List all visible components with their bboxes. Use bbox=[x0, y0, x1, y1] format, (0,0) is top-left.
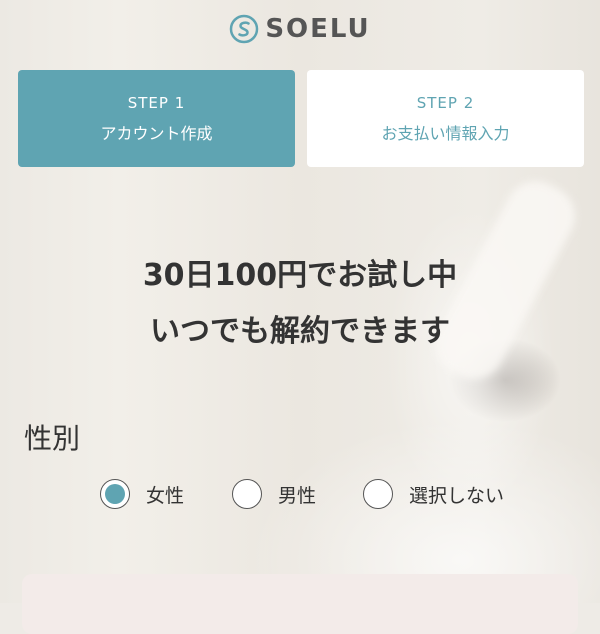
radio-button-selected[interactable] bbox=[100, 479, 130, 509]
step-label: アカウント作成 bbox=[100, 123, 213, 143]
radio-button[interactable] bbox=[232, 479, 262, 509]
gender-option-label: 女性 bbox=[146, 484, 185, 507]
step-label: お支払い情報入力 bbox=[381, 123, 510, 143]
form-card bbox=[22, 574, 578, 634]
gender-option-male[interactable]: 男性 bbox=[232, 476, 363, 512]
step-2-payment-info: STEP 2 お支払い情報入力 bbox=[307, 70, 584, 167]
soelu-logo-icon bbox=[230, 14, 259, 44]
radio-selected-dot bbox=[105, 484, 125, 504]
gender-option-label: 男性 bbox=[278, 484, 317, 507]
radio-button[interactable] bbox=[363, 479, 393, 509]
step-number: STEP 2 bbox=[416, 93, 475, 112]
headline-line-2: いつでも解約できます bbox=[150, 314, 450, 349]
brand-logo: SOELU bbox=[0, 14, 600, 44]
headline-line-1: 30日100円でお試し中 bbox=[142, 258, 458, 293]
gender-option-female[interactable]: 女性 bbox=[100, 476, 232, 512]
step-number: STEP 1 bbox=[127, 93, 186, 112]
step-indicator: STEP 1 アカウント作成 STEP 2 お支払い情報入力 bbox=[18, 70, 584, 167]
gender-radio-group: 女性 男性 選択しない bbox=[100, 476, 504, 512]
gender-option-label: 選択しない bbox=[409, 484, 505, 507]
brand-name: SOELU bbox=[265, 14, 371, 44]
step-1-account-creation: STEP 1 アカウント作成 bbox=[18, 70, 295, 167]
gender-option-unspecified[interactable]: 選択しない bbox=[363, 476, 504, 512]
trial-headline: 30日100円でお試し中 いつでも解約できます bbox=[0, 248, 600, 360]
gender-label: 性別 bbox=[24, 422, 81, 455]
